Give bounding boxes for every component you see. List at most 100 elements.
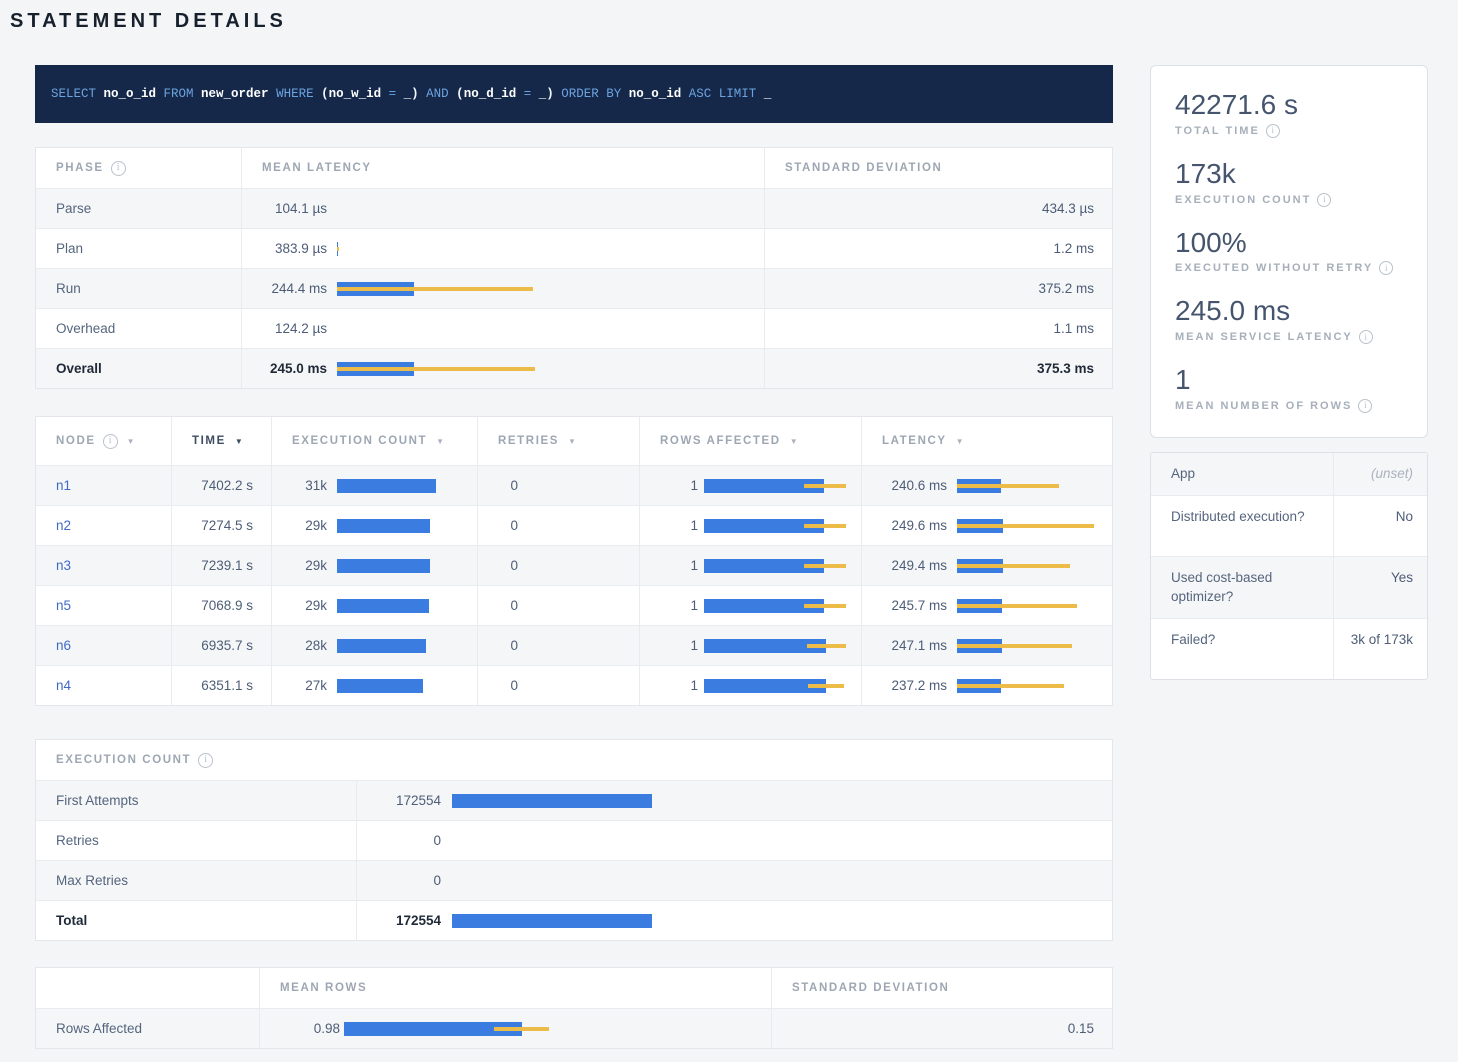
time-column-header[interactable]: TIME ▼: [192, 435, 244, 447]
latency-bar: [957, 559, 1102, 573]
sort-caret-icon: ▼: [956, 437, 966, 446]
failed-value: 3k of 173k: [1333, 619, 1428, 679]
mean-number-of-rows-info-icon[interactable]: i: [1358, 399, 1372, 413]
phase-row-plan: Plan 383.9 µs 1.2 ms: [36, 228, 1112, 268]
main-content: SELECT no_o_id FROM new_order WHERE (no_…: [35, 65, 1113, 1049]
detail-row-distributed: Distributed execution? No: [1151, 495, 1427, 556]
rows-affected-bar: [704, 599, 847, 613]
node-link[interactable]: n3: [56, 558, 71, 573]
node-row-n4: n4 6351.1 s 27k 0 1 237.2 ms: [36, 665, 1112, 705]
mean-service-latency-info-icon[interactable]: i: [1359, 330, 1373, 344]
exec-row-first-attempts: First Attempts 172554: [36, 780, 1112, 820]
app-value: (unset): [1333, 453, 1428, 495]
execution-count-bar: [452, 914, 652, 928]
execution-count-column-header[interactable]: EXECUTION COUNT ▼: [292, 435, 446, 447]
latency-bar: [957, 679, 1102, 693]
phase-column-header: PHASE i: [56, 161, 126, 176]
node-link[interactable]: n1: [56, 478, 71, 493]
latency-bar: [337, 242, 535, 256]
node-row-n2: n2 7274.5 s 29k 0 1 249.6 ms: [36, 505, 1112, 545]
node-link[interactable]: n4: [56, 678, 71, 693]
latency-column-header[interactable]: LATENCY ▼: [882, 435, 965, 447]
execution-count-bar: [337, 599, 436, 613]
execution-count-bar: [452, 794, 652, 808]
sort-caret-icon: ▼: [235, 437, 245, 446]
distributed-value: No: [1333, 496, 1428, 556]
node-row-n1: n1 7402.2 s 31k 0 1 240.6 ms: [36, 465, 1112, 505]
phase-table-header: PHASE i MEAN LATENCY STANDARD DEVIATION: [36, 148, 1112, 188]
latency-bar: [337, 282, 535, 296]
rows-affected-row: Rows Affected 0.98 0.15: [36, 1008, 1112, 1048]
latency-bar: [337, 202, 535, 216]
execution-count-section-header: EXECUTION COUNT i: [56, 753, 213, 768]
node-table-header: NODE i ▼ TIME ▼ EXECUTION COUNT: [36, 417, 1112, 465]
std-dev-column-header: STANDARD DEVIATION: [785, 162, 942, 174]
mean-latency-column-header: MEAN LATENCY: [262, 162, 372, 174]
phase-row-run: Run 244.4 ms 375.2 ms: [36, 268, 1112, 308]
rows-affected-bar: [704, 519, 847, 533]
mean-rows-column-header: MEAN ROWS: [280, 982, 367, 994]
stat-mean-number-of-rows: 1 MEAN NUMBER OF ROWSi: [1175, 365, 1403, 413]
execution-count-bar: [337, 479, 436, 493]
phase-row-parse: Parse 104.1 µs 434.3 µs: [36, 188, 1112, 228]
rows-affected-table-header: MEAN ROWS STANDARD DEVIATION: [36, 968, 1112, 1008]
phase-row-overall: Overall 245.0 ms 375.3 ms: [36, 348, 1112, 388]
execution-count-bar: [337, 639, 436, 653]
node-link[interactable]: n2: [56, 518, 71, 533]
optimizer-value: Yes: [1333, 557, 1428, 618]
execution-count-info-icon[interactable]: i: [198, 753, 213, 768]
exec-row-total: Total 172554: [36, 900, 1112, 940]
execution-count-table-header: EXECUTION COUNT i: [36, 740, 1112, 780]
latency-bar: [957, 479, 1102, 493]
exec-row-retries: Retries 0: [36, 820, 1112, 860]
detail-row-failed: Failed? 3k of 173k: [1151, 618, 1427, 679]
execution-count-info-icon[interactable]: i: [1317, 193, 1331, 207]
executed-without-retry-info-icon[interactable]: i: [1379, 261, 1393, 275]
execution-count-bar: [337, 559, 436, 573]
page-title: STATEMENT DETAILS: [10, 8, 1428, 33]
phase-latency-table: PHASE i MEAN LATENCY STANDARD DEVIATION …: [35, 147, 1113, 389]
sort-caret-icon: ▼: [790, 437, 800, 446]
execution-count-bar: [337, 679, 436, 693]
sql-statement-text: SELECT no_o_id FROM new_order WHERE (no_…: [51, 87, 771, 101]
execution-count-bar: [337, 519, 436, 533]
mean-rows-bar: [344, 1022, 549, 1036]
statement-details-card: App (unset) Distributed execution? No Us…: [1150, 452, 1428, 680]
phase-row-overhead: Overhead 124.2 µs 1.1 ms: [36, 308, 1112, 348]
latency-bar: [337, 362, 535, 376]
stat-execution-count: 173k EXECUTION COUNTi: [1175, 159, 1403, 207]
latency-bar: [337, 322, 535, 336]
latency-bar: [957, 519, 1102, 533]
rows-affected-table: MEAN ROWS STANDARD DEVIATION Rows Affect…: [35, 967, 1113, 1049]
node-column-header[interactable]: NODE i ▼: [56, 434, 136, 449]
rows-affected-column-header[interactable]: ROWS AFFECTED ▼: [660, 435, 799, 447]
latency-bar: [957, 639, 1102, 653]
retries-column-header[interactable]: RETRIES ▼: [498, 435, 578, 447]
node-info-icon[interactable]: i: [103, 434, 118, 449]
sort-caret-icon: ▼: [127, 437, 137, 446]
total-time-info-icon[interactable]: i: [1266, 124, 1280, 138]
sort-caret-icon: ▼: [436, 437, 446, 446]
exec-row-max-retries: Max Retries 0: [36, 860, 1112, 900]
node-row-n6: n6 6935.7 s 28k 0 1 247.1 ms: [36, 625, 1112, 665]
summary-sidebar: 42271.6 s TOTAL TIMEi 173k EXECUTION COU…: [1150, 65, 1428, 1049]
rows-affected-bar: [704, 639, 847, 653]
summary-stats-card: 42271.6 s TOTAL TIMEi 173k EXECUTION COU…: [1150, 65, 1428, 438]
std-dev-column-header: STANDARD DEVIATION: [792, 982, 949, 994]
rows-affected-bar: [704, 559, 847, 573]
node-link[interactable]: n6: [56, 638, 71, 653]
node-link[interactable]: n5: [56, 598, 71, 613]
stat-mean-service-latency: 245.0 ms MEAN SERVICE LATENCYi: [1175, 296, 1403, 344]
rows-affected-bar: [704, 479, 847, 493]
stat-executed-without-retry: 100% EXECUTED WITHOUT RETRYi: [1175, 228, 1403, 276]
node-stats-table: NODE i ▼ TIME ▼ EXECUTION COUNT: [35, 416, 1113, 706]
node-row-n5: n5 7068.9 s 29k 0 1 245.7 ms: [36, 585, 1112, 625]
stat-total-time: 42271.6 s TOTAL TIMEi: [1175, 90, 1403, 138]
node-row-n3: n3 7239.1 s 29k 0 1 249.4 ms: [36, 545, 1112, 585]
detail-row-app: App (unset): [1151, 453, 1427, 495]
sort-caret-icon: ▼: [568, 437, 578, 446]
execution-count-table: EXECUTION COUNT i First Attempts 172554 …: [35, 739, 1113, 941]
latency-bar: [957, 599, 1102, 613]
phase-info-icon[interactable]: i: [111, 161, 126, 176]
rows-affected-bar: [704, 679, 847, 693]
